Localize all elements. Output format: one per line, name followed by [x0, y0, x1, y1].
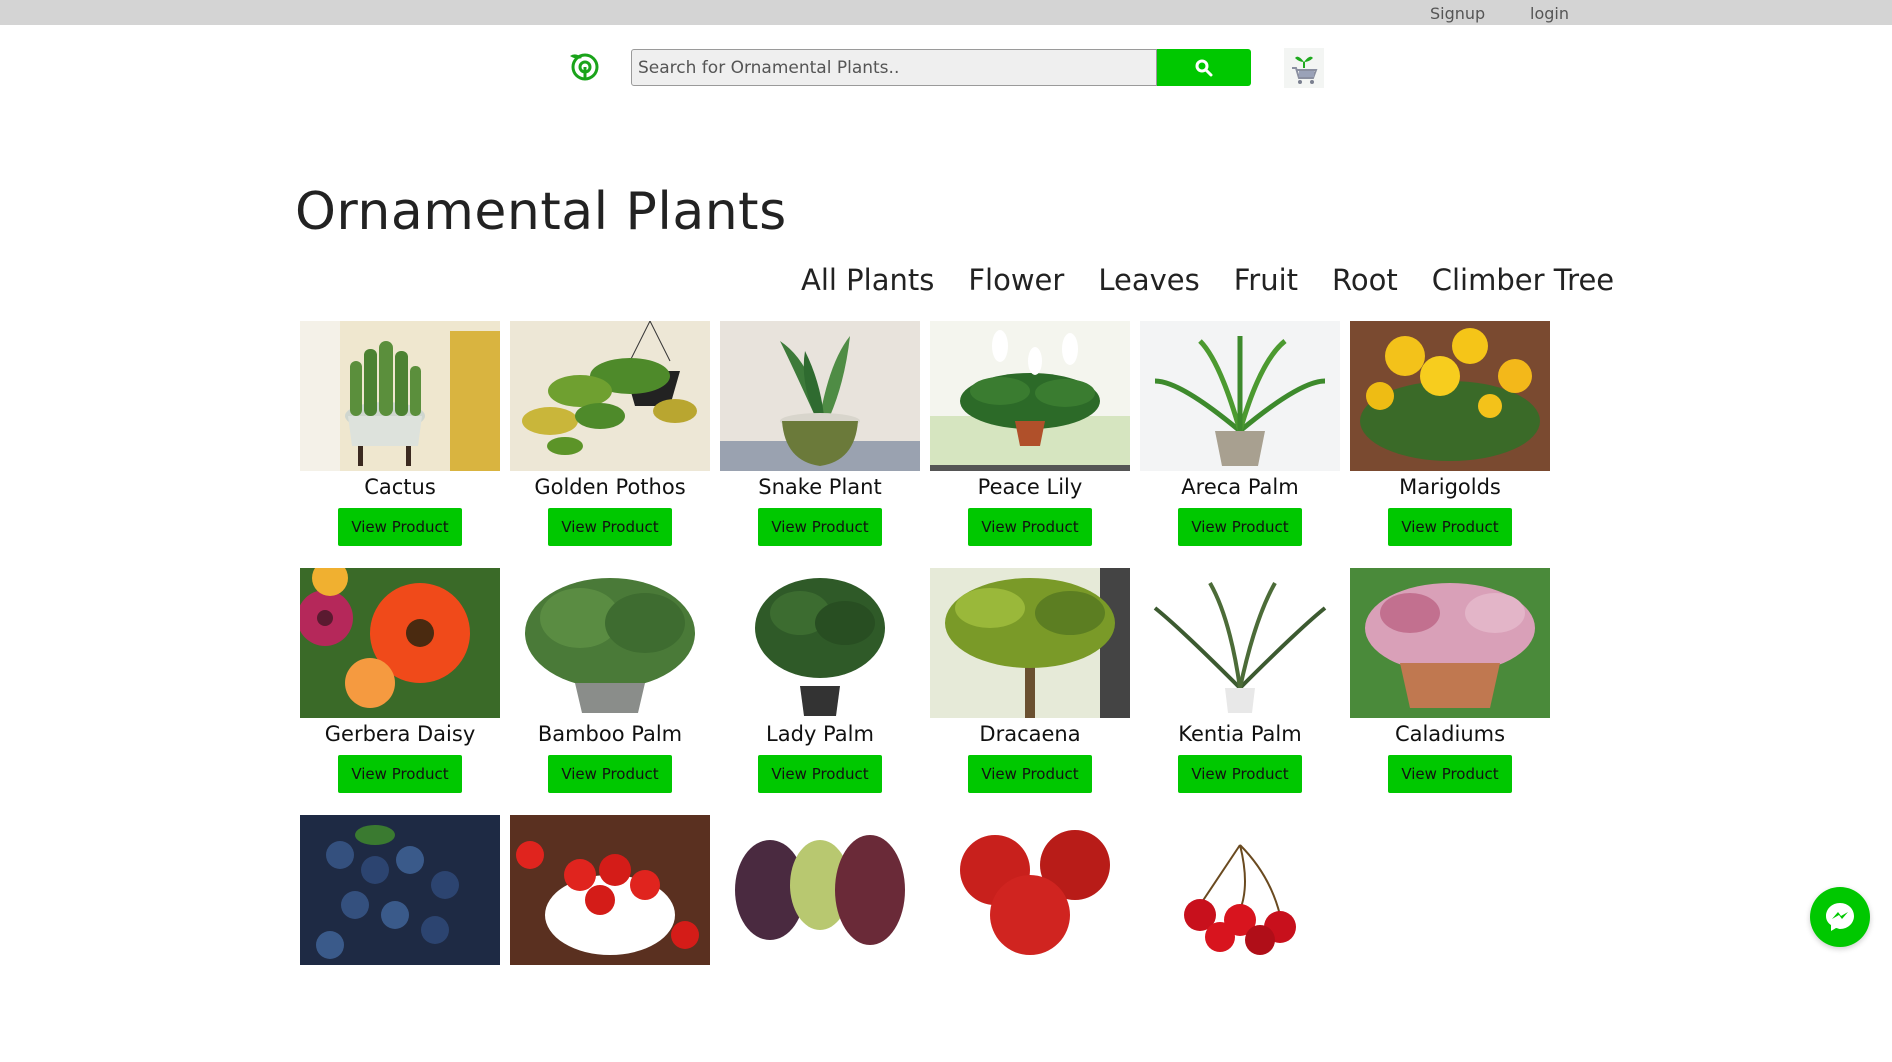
search-bar [631, 49, 1253, 86]
category-fruit[interactable]: Fruit [1234, 263, 1298, 297]
product-image-dracaena[interactable] [930, 568, 1130, 718]
product-image-golden-pothos[interactable] [510, 321, 710, 471]
product-image-gerbera-daisy[interactable] [300, 568, 500, 718]
product-card: Snake Plant View Product [720, 321, 920, 568]
product-image-marigolds[interactable] [1350, 321, 1550, 471]
product-card: Cactus View Product [300, 321, 500, 568]
product-card: Caladiums View Product [1350, 568, 1550, 815]
cart-icon[interactable] [1284, 48, 1324, 88]
search-input[interactable] [631, 49, 1157, 86]
product-row: Gerbera Daisy View Product Bamboo Palm V… [300, 568, 1550, 815]
product-card [300, 815, 500, 1062]
top-bar: Signup login [0, 0, 1892, 25]
product-name: Caladiums [1394, 722, 1506, 746]
category-nav: All Plants Flower Leaves Fruit Root Clim… [801, 263, 1614, 297]
signup-link[interactable]: Signup [1430, 4, 1485, 23]
product-name: Bamboo Palm [537, 722, 683, 746]
product-image-strawberries[interactable] [510, 815, 710, 965]
view-product-button[interactable]: View Product [548, 755, 672, 793]
search-button[interactable] [1157, 49, 1251, 86]
product-card: Peace Lily View Product [930, 321, 1130, 568]
product-card [510, 815, 710, 1062]
product-card [720, 815, 920, 1062]
product-name: Peace Lily [977, 475, 1083, 499]
product-name: Lady Palm [766, 722, 874, 746]
product-card: Areca Palm View Product [1140, 321, 1340, 568]
product-name: Golden Pothos [534, 475, 686, 499]
logo-icon[interactable] [566, 50, 604, 82]
messenger-icon [1826, 903, 1854, 931]
category-climber-tree[interactable]: Climber Tree [1432, 263, 1614, 297]
product-image-cactus[interactable] [300, 321, 500, 471]
login-link[interactable]: login [1530, 4, 1569, 23]
product-row [300, 815, 1550, 1062]
product-name: Cactus [364, 475, 436, 499]
product-card [930, 815, 1130, 1062]
view-product-button[interactable]: View Product [968, 755, 1092, 793]
view-product-button[interactable]: View Product [1388, 508, 1512, 546]
product-image-areca-palm[interactable] [1140, 321, 1340, 471]
view-product-button[interactable]: View Product [1178, 755, 1302, 793]
product-card: Lady Palm View Product [720, 568, 920, 815]
view-product-button[interactable]: View Product [758, 755, 882, 793]
product-name: Gerbera Daisy [324, 722, 476, 746]
product-grid: Cactus View Product Golden Pothos View P… [300, 321, 1550, 1062]
view-product-button[interactable]: View Product [1388, 755, 1512, 793]
product-card: Gerbera Daisy View Product [300, 568, 500, 815]
product-image-caladiums[interactable] [1350, 568, 1550, 718]
view-product-button[interactable]: View Product [968, 508, 1092, 546]
product-row: Cactus View Product Golden Pothos View P… [300, 321, 1550, 568]
view-product-button[interactable]: View Product [338, 508, 462, 546]
product-image-peace-lily[interactable] [930, 321, 1130, 471]
category-all-plants[interactable]: All Plants [801, 263, 934, 297]
category-leaves[interactable]: Leaves [1098, 263, 1199, 297]
product-name: Dracaena [979, 722, 1081, 746]
product-image-bamboo-palm[interactable] [510, 568, 710, 718]
view-product-button[interactable]: View Product [1178, 508, 1302, 546]
product-image-kentia-palm[interactable] [1140, 568, 1340, 718]
category-root[interactable]: Root [1332, 263, 1398, 297]
product-image-grapes[interactable] [720, 815, 920, 965]
product-card: Golden Pothos View Product [510, 321, 710, 568]
messenger-button[interactable] [1810, 887, 1870, 947]
product-name: Marigolds [1399, 475, 1501, 499]
view-product-button[interactable]: View Product [338, 755, 462, 793]
product-name: Areca Palm [1181, 475, 1299, 499]
product-card [1140, 815, 1340, 1062]
product-image-cherries[interactable] [1140, 815, 1340, 965]
product-card: Dracaena View Product [930, 568, 1130, 815]
product-name: Snake Plant [758, 475, 882, 499]
search-icon [1195, 59, 1213, 76]
product-card: Kentia Palm View Product [1140, 568, 1340, 815]
view-product-button[interactable]: View Product [548, 508, 672, 546]
product-name: Kentia Palm [1178, 722, 1302, 746]
view-product-button[interactable]: View Product [758, 508, 882, 546]
product-image-apples[interactable] [930, 815, 1130, 965]
category-flower[interactable]: Flower [968, 263, 1064, 297]
page-title: Ornamental Plants [295, 182, 787, 242]
product-image-blueberries[interactable] [300, 815, 500, 965]
product-card: Bamboo Palm View Product [510, 568, 710, 815]
product-card: Marigolds View Product [1350, 321, 1550, 568]
product-image-lady-palm[interactable] [720, 568, 920, 718]
product-image-snake-plant[interactable] [720, 321, 920, 471]
